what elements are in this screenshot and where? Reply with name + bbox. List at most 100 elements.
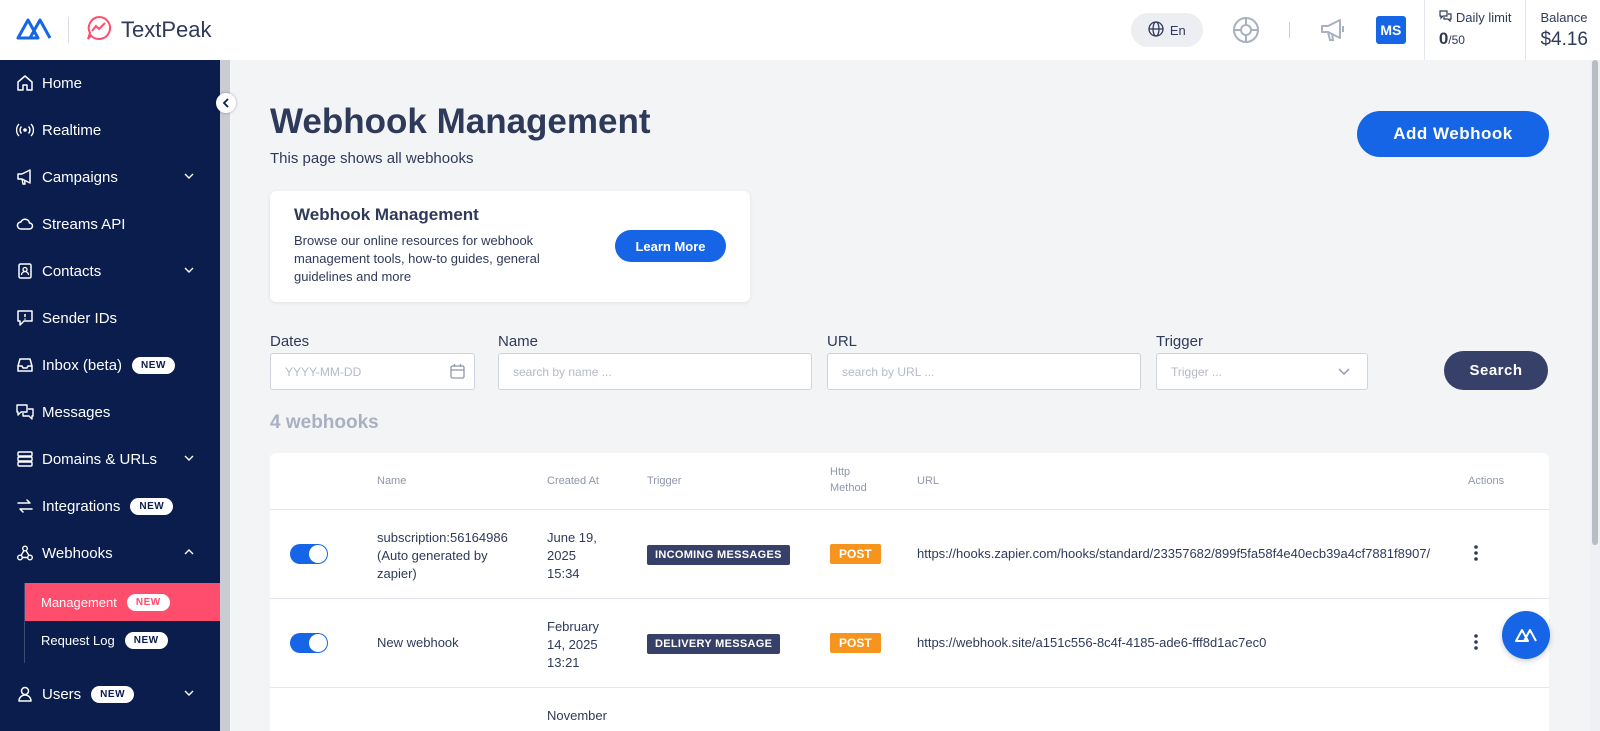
- http-method-badge: POST: [830, 544, 881, 564]
- webhook-url[interactable]: https://hooks.zapier.com/hooks/standard/…: [917, 545, 1430, 563]
- sidebar-subitem-request-log[interactable]: Request Log NEW: [25, 621, 220, 659]
- sidebar-item-streams-api[interactable]: Streams API: [0, 204, 220, 244]
- webhook-name-line: zapier): [377, 566, 417, 581]
- app-window: TextPeak En MS Daily limit 0/50 Balance …: [0, 0, 1600, 731]
- created-at-line: 13:21: [547, 655, 580, 670]
- trigger-badge: INCOMING MESSAGES: [647, 545, 790, 565]
- collapse-sidebar-button[interactable]: [216, 93, 236, 113]
- row-divider: [270, 687, 1549, 688]
- balance-label: Balance: [1540, 10, 1588, 25]
- sidebar-item-integrations[interactable]: Integrations NEW: [0, 486, 220, 526]
- trigger-filter-label: Trigger: [1156, 333, 1203, 350]
- info-card-text: Browse our online resources for webhook …: [294, 233, 540, 284]
- sidebar-item-label: Sender IDs: [42, 309, 118, 327]
- webhook-enabled-toggle[interactable]: [290, 544, 328, 564]
- sidebar-item-contacts[interactable]: Contacts: [0, 251, 220, 291]
- row-actions-menu-icon[interactable]: [1466, 541, 1486, 565]
- date-input[interactable]: [270, 353, 475, 390]
- balance: Balance $4.16: [1525, 0, 1600, 60]
- daily-limit: Daily limit 0/50: [1423, 0, 1526, 60]
- sidebar-item-campaigns[interactable]: Campaigns: [0, 157, 220, 197]
- sidebar-item-label: Integrations: [42, 497, 121, 515]
- chat-bubbles-icon: [1439, 10, 1452, 25]
- sidebar-subitem-label: Management: [41, 594, 117, 610]
- top-divider: [1288, 22, 1290, 38]
- page-title: Webhook Management: [270, 102, 651, 141]
- column-header-http-method[interactable]: Http Method: [830, 464, 867, 496]
- sidebar-item-home[interactable]: Home: [0, 63, 220, 103]
- column-header-http-method-line2: Method: [830, 482, 867, 494]
- sidebar-item-label: Users: [42, 685, 82, 703]
- sidebar-item-label: Home: [42, 74, 83, 92]
- created-at-line: 2025: [547, 548, 576, 563]
- sidebar-item-domains-urls[interactable]: Domains & URLs: [0, 439, 220, 479]
- sidebar-item-messages[interactable]: Messages: [0, 392, 220, 432]
- sidebar-scroll-rail[interactable]: [220, 60, 230, 731]
- webhook-name-line: (Auto generated by: [377, 548, 488, 563]
- page-scrollbar[interactable]: [1590, 60, 1600, 731]
- brand[interactable]: TextPeak: [0, 0, 212, 60]
- user-avatar[interactable]: MS: [1375, 16, 1406, 44]
- sidebar-item-realtime[interactable]: Realtime: [0, 110, 220, 150]
- column-header-trigger[interactable]: Trigger: [647, 473, 681, 489]
- created-at-line: 14, 2025: [547, 637, 598, 652]
- column-header-created-at[interactable]: Created At: [547, 473, 599, 489]
- url-search-input[interactable]: [827, 353, 1141, 390]
- support-chat-button[interactable]: [1502, 611, 1550, 659]
- sidebar: Home Realtime Campaigns Streams API Cont…: [0, 60, 220, 731]
- name-search-input[interactable]: [498, 353, 812, 390]
- webhook-name[interactable]: New webhook: [377, 634, 459, 652]
- webhook-count: 4 webhooks: [270, 412, 379, 433]
- sidebar-subitem-management[interactable]: Management NEW: [25, 583, 220, 621]
- webhook-name[interactable]: subscription:56164986 (Auto generated by…: [377, 529, 527, 583]
- help-lifebuoy-icon[interactable]: [1231, 15, 1261, 45]
- sidebar-item-users[interactable]: Users NEW: [0, 674, 220, 714]
- toggle-knob: [309, 634, 327, 652]
- chevron-up-icon: [184, 549, 194, 555]
- megaphone-icon: [17, 169, 31, 185]
- created-at-line: 15:34: [547, 566, 580, 581]
- column-header-url[interactable]: URL: [917, 473, 939, 489]
- app-logo-icon: [1515, 629, 1537, 642]
- contact-card-icon: [18, 263, 32, 279]
- message-alert-icon: [17, 310, 33, 326]
- table-header-divider: [270, 509, 1549, 510]
- page-scrollbar-thumb[interactable]: [1592, 60, 1598, 545]
- chevron-down-icon: [184, 455, 194, 461]
- chevron-down-icon: [1337, 365, 1351, 379]
- top-bar: TextPeak En MS Daily limit 0/50 Balance …: [0, 0, 1600, 60]
- user-icon: [18, 686, 32, 702]
- sync-arrows-icon: [17, 499, 33, 513]
- language-selector[interactable]: En: [1130, 13, 1203, 47]
- sidebar-item-sender-ids[interactable]: Sender IDs: [0, 298, 220, 338]
- new-badge: NEW: [132, 356, 175, 374]
- trigger-badge: DELIVERY MESSAGE: [647, 634, 781, 654]
- info-card-title: Webhook Management: [294, 205, 479, 224]
- webhook-enabled-toggle[interactable]: [290, 633, 328, 653]
- calendar-icon[interactable]: [449, 363, 465, 379]
- search-button[interactable]: Search: [1444, 351, 1548, 390]
- column-header-name[interactable]: Name: [377, 473, 406, 489]
- add-webhook-button[interactable]: Add Webhook: [1357, 111, 1549, 157]
- sidebar-item-label: Webhooks: [42, 544, 113, 562]
- inbox-icon: [17, 358, 33, 372]
- server-icon: [17, 451, 33, 467]
- sidebar-item-webhooks[interactable]: Webhooks: [0, 533, 220, 573]
- webhooks-table: Name Created At Trigger Http Method URL …: [270, 453, 1549, 731]
- brand-name: TextPeak: [121, 17, 212, 42]
- sidebar-item-label: Inbox (beta): [42, 356, 123, 374]
- url-filter-label: URL: [827, 333, 858, 350]
- webhook-url[interactable]: https://webhook.site/a151c556-8c4f-4185-…: [917, 634, 1266, 652]
- info-card: Webhook Management Browse our online res…: [270, 191, 750, 302]
- sidebar-item-inbox[interactable]: Inbox (beta) NEW: [0, 345, 220, 385]
- chevron-down-icon: [184, 690, 194, 696]
- webhook-created-at: June 19, 2025 15:34: [547, 529, 627, 583]
- sidebar-item-label: Realtime: [42, 121, 102, 139]
- megaphone-icon[interactable]: [1318, 15, 1348, 45]
- webhook-created-at: November: [547, 708, 607, 723]
- learn-more-button[interactable]: Learn More: [615, 230, 726, 262]
- row-actions-menu-icon[interactable]: [1466, 630, 1486, 654]
- textpeak-logo-icon: [85, 14, 113, 47]
- app-logo-icon: [16, 15, 52, 46]
- chevron-down-icon: [184, 173, 194, 179]
